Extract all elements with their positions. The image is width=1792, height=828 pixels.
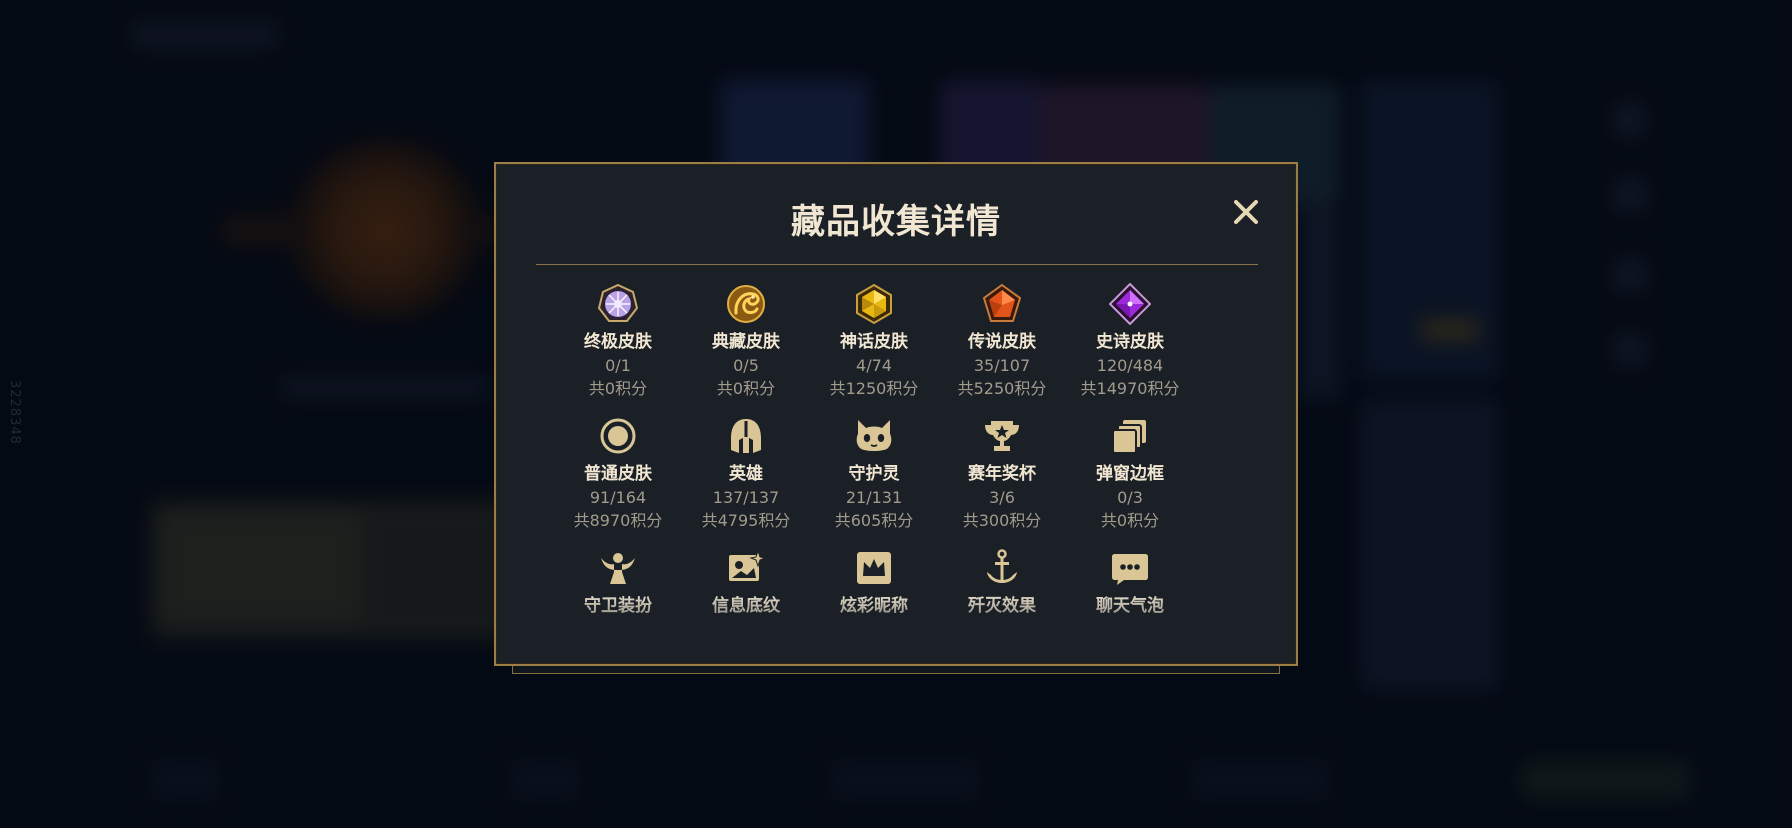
collection-details-modal: 藏品收集详情 终极皮肤 0/1 共0积分 典藏皮肤 0/5 共0积分 神话皮肤 … bbox=[494, 162, 1298, 666]
collection-item-epic-skin: 史诗皮肤 120/484 共14970积分 bbox=[1066, 282, 1194, 414]
item-points: 共14970积分 bbox=[1080, 379, 1180, 398]
mythic-gem-icon bbox=[852, 282, 896, 326]
item-points: 共605积分 bbox=[834, 511, 914, 530]
item-count: 120/484 bbox=[1096, 356, 1164, 375]
ward-icon bbox=[596, 546, 640, 590]
item-label: 聊天气泡 bbox=[1096, 596, 1164, 616]
item-count: 21/131 bbox=[845, 488, 903, 507]
collection-item-ward-skin: 守卫装扮 bbox=[554, 546, 682, 652]
item-label: 史诗皮肤 bbox=[1096, 332, 1164, 352]
item-count: 4/74 bbox=[856, 356, 892, 375]
title-divider bbox=[536, 264, 1258, 265]
collection-item-little-legend: 守护灵 21/131 共605积分 bbox=[810, 414, 938, 546]
item-label: 守卫装扮 bbox=[584, 596, 652, 616]
modal-title: 藏品收集详情 bbox=[791, 202, 1001, 242]
item-label: 守护灵 bbox=[848, 464, 900, 484]
banner-image-icon bbox=[724, 546, 768, 590]
trophy-icon bbox=[980, 414, 1024, 458]
collection-item-chat-bubble: 聊天气泡 bbox=[1066, 546, 1194, 652]
item-label: 终极皮肤 bbox=[584, 332, 652, 352]
little-legend-icon bbox=[852, 414, 896, 458]
collection-item-popup-frame: 弹窗边框 0/3 共0积分 bbox=[1066, 414, 1194, 546]
item-points: 共0积分 bbox=[1100, 511, 1160, 530]
item-label: 传说皮肤 bbox=[968, 332, 1036, 352]
item-label: 歼灭效果 bbox=[968, 596, 1036, 616]
item-count: 3/6 bbox=[989, 488, 1015, 507]
item-count: 137/137 bbox=[712, 488, 780, 507]
item-count: 0/1 bbox=[605, 356, 631, 375]
helmet-icon bbox=[724, 414, 768, 458]
item-points: 共0积分 bbox=[588, 379, 648, 398]
item-count: 0/3 bbox=[1117, 488, 1143, 507]
collection-item-prestige-skin: 典藏皮肤 0/5 共0积分 bbox=[682, 282, 810, 414]
collection-item-champion: 英雄 137/137 共4795积分 bbox=[682, 414, 810, 546]
item-label: 弹窗边框 bbox=[1096, 464, 1164, 484]
circle-icon bbox=[596, 414, 640, 458]
collection-item-banner: 信息底纹 bbox=[682, 546, 810, 652]
item-label: 普通皮肤 bbox=[584, 464, 652, 484]
collection-item-common-skin: 普通皮肤 91/164 共8970积分 bbox=[554, 414, 682, 546]
collection-grid[interactable]: 终极皮肤 0/1 共0积分 典藏皮肤 0/5 共0积分 神话皮肤 4/74 共1… bbox=[554, 282, 1204, 652]
collection-item-finisher-effect: 歼灭效果 bbox=[938, 546, 1066, 652]
item-label: 典藏皮肤 bbox=[712, 332, 780, 352]
item-points: 共4795积分 bbox=[701, 511, 791, 530]
item-points: 共300积分 bbox=[962, 511, 1042, 530]
item-count: 35/107 bbox=[973, 356, 1031, 375]
screen: 3228348 藏品收集详情 终极皮肤 0/1 共0积分 典藏皮肤 0/5 共0… bbox=[0, 0, 1792, 828]
chat-bubble-icon bbox=[1108, 546, 1152, 590]
close-icon bbox=[1234, 200, 1258, 224]
stacked-frames-icon bbox=[1108, 414, 1152, 458]
legendary-gem-icon bbox=[980, 282, 1024, 326]
collection-item-legendary-skin: 传说皮肤 35/107 共5250积分 bbox=[938, 282, 1066, 414]
crown-badge-icon bbox=[852, 546, 896, 590]
item-count: 91/164 bbox=[589, 488, 647, 507]
epic-gem-icon bbox=[1108, 282, 1152, 326]
item-points: 共8970积分 bbox=[573, 511, 663, 530]
item-label: 信息底纹 bbox=[712, 596, 780, 616]
item-count: 0/5 bbox=[733, 356, 759, 375]
item-label: 赛年奖杯 bbox=[968, 464, 1036, 484]
item-points: 共0积分 bbox=[716, 379, 776, 398]
anchor-icon bbox=[980, 546, 1024, 590]
collection-item-mythic-skin: 神话皮肤 4/74 共1250积分 bbox=[810, 282, 938, 414]
collection-item-colorful-nickname: 炫彩昵称 bbox=[810, 546, 938, 652]
close-button[interactable] bbox=[1226, 192, 1266, 232]
item-label: 英雄 bbox=[729, 464, 763, 484]
prestige-dragon-icon bbox=[724, 282, 768, 326]
item-label: 神话皮肤 bbox=[840, 332, 908, 352]
collection-item-ultimate-skin: 终极皮肤 0/1 共0积分 bbox=[554, 282, 682, 414]
item-points: 共1250积分 bbox=[829, 379, 919, 398]
ultimate-skin-gem-icon bbox=[596, 282, 640, 326]
item-label: 炫彩昵称 bbox=[840, 596, 908, 616]
item-points: 共5250积分 bbox=[957, 379, 1047, 398]
collection-item-season-trophy: 赛年奖杯 3/6 共300积分 bbox=[938, 414, 1066, 546]
